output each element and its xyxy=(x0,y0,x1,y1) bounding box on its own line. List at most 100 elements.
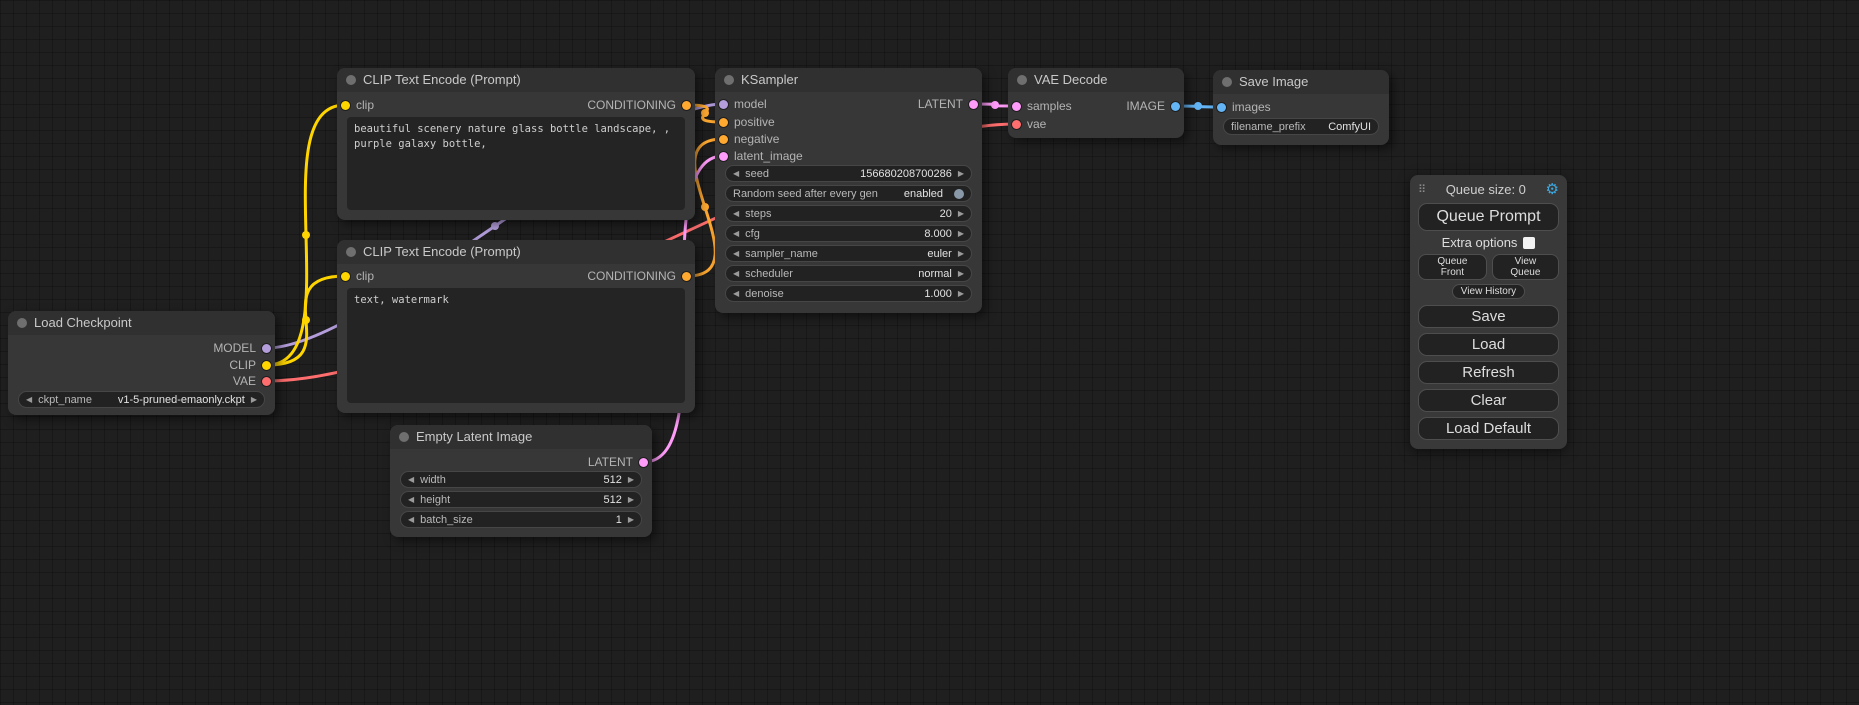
settings-gear-icon[interactable]: ⚙ xyxy=(1546,180,1559,198)
node-clip-text-encode-negative[interactable]: CLIP Text Encode (Prompt) clip CONDITION… xyxy=(337,240,695,413)
widget-value: normal xyxy=(918,268,952,280)
node-collapse-dot[interactable] xyxy=(724,75,734,85)
increment-arrow-icon[interactable]: ▶ xyxy=(628,516,634,524)
node-title: CLIP Text Encode (Prompt) xyxy=(363,244,521,259)
widget-value: 1 xyxy=(616,514,622,526)
images-input-port[interactable] xyxy=(1217,103,1226,112)
queue-menu-panel[interactable]: ⠿ Queue size: 0 ⚙ Queue Prompt Extra opt… xyxy=(1410,175,1567,449)
refresh-button[interactable]: Refresh xyxy=(1418,361,1559,384)
latent-output-port[interactable] xyxy=(639,458,648,467)
extra-options-label: Extra options xyxy=(1442,235,1518,250)
view-history-button[interactable]: View History xyxy=(1452,284,1525,299)
model-input-port[interactable] xyxy=(719,100,728,109)
random-seed-widget[interactable]: Random seed after every gen enabled xyxy=(725,185,972,202)
model-output-port[interactable] xyxy=(262,344,271,353)
node-collapse-dot[interactable] xyxy=(1017,75,1027,85)
link-midpoint-dot xyxy=(701,109,709,117)
samples-input-port[interactable] xyxy=(1012,102,1021,111)
denoise-widget[interactable]: ◀ denoise 1.000 ▶ xyxy=(725,285,972,302)
history-row: View History xyxy=(1418,284,1559,299)
widget-label: scheduler xyxy=(745,268,793,280)
vae-output-port[interactable] xyxy=(262,377,271,386)
node-empty-latent-image[interactable]: Empty Latent Image LATENT ◀ width 512 ▶ … xyxy=(390,425,652,537)
increment-arrow-icon[interactable]: ▶ xyxy=(628,496,634,504)
latent-output-port[interactable] xyxy=(969,100,978,109)
decrement-arrow-icon[interactable]: ◀ xyxy=(26,396,32,404)
ckpt-name-widget[interactable]: ◀ ckpt_name v1-5-pruned-emaonly.ckpt ▶ xyxy=(18,391,265,408)
decrement-arrow-icon[interactable]: ◀ xyxy=(408,496,414,504)
save-button[interactable]: Save xyxy=(1418,305,1559,328)
filename-prefix-widget[interactable]: filename_prefix ComfyUI xyxy=(1223,118,1379,135)
increment-arrow-icon[interactable]: ▶ xyxy=(958,170,964,178)
drag-handle-icon[interactable]: ⠿ xyxy=(1418,183,1426,196)
width-widget[interactable]: ◀ width 512 ▶ xyxy=(400,471,642,488)
node-save-image[interactable]: Save Image images filename_prefix ComfyU… xyxy=(1213,70,1389,145)
node-collapse-dot[interactable] xyxy=(399,432,409,442)
widget-label: batch_size xyxy=(420,514,473,526)
batch-size-widget[interactable]: ◀ batch_size 1 ▶ xyxy=(400,511,642,528)
negative-prompt-textarea[interactable]: text, watermark xyxy=(347,288,685,403)
node-clip-text-encode-positive[interactable]: CLIP Text Encode (Prompt) clip CONDITION… xyxy=(337,68,695,220)
port-label: samples xyxy=(1027,99,1072,113)
comfyui-canvas[interactable]: { "colors": { "model": "#B39DDB", "clip"… xyxy=(0,0,1859,705)
vae-input-port[interactable] xyxy=(1012,120,1021,129)
clip-input-port[interactable] xyxy=(341,101,350,110)
height-widget[interactable]: ◀ height 512 ▶ xyxy=(400,491,642,508)
widget-label: width xyxy=(420,474,446,486)
node-collapse-dot[interactable] xyxy=(17,318,27,328)
increment-arrow-icon[interactable]: ▶ xyxy=(628,476,634,484)
increment-arrow-icon[interactable]: ▶ xyxy=(958,290,964,298)
increment-arrow-icon[interactable]: ▶ xyxy=(958,270,964,278)
increment-arrow-icon[interactable]: ▶ xyxy=(958,250,964,258)
node-load-checkpoint[interactable]: Load Checkpoint MODEL CLIP VAE ◀ ckpt_na… xyxy=(8,311,275,415)
queue-front-button[interactable]: Queue Front xyxy=(1418,254,1487,280)
port-label: model xyxy=(734,97,767,111)
decrement-arrow-icon[interactable]: ◀ xyxy=(733,170,739,178)
node-title-bar: Load Checkpoint xyxy=(8,311,275,335)
link-midpoint-dot xyxy=(991,101,999,109)
decrement-arrow-icon[interactable]: ◀ xyxy=(408,516,414,524)
queue-prompt-button[interactable]: Queue Prompt xyxy=(1418,203,1559,231)
conditioning-output-port[interactable] xyxy=(682,272,691,281)
increment-arrow-icon[interactable]: ▶ xyxy=(958,230,964,238)
node-collapse-dot[interactable] xyxy=(346,247,356,257)
link-midpoint-dot xyxy=(302,316,310,324)
decrement-arrow-icon[interactable]: ◀ xyxy=(733,210,739,218)
decrement-arrow-icon[interactable]: ◀ xyxy=(733,250,739,258)
random-seed-toggle[interactable] xyxy=(954,189,964,199)
node-ksampler[interactable]: KSampler model positive negative latent_… xyxy=(715,68,982,313)
widget-value: 20 xyxy=(940,208,952,220)
increment-arrow-icon[interactable]: ▶ xyxy=(251,396,257,404)
conditioning-output-port[interactable] xyxy=(682,101,691,110)
port-label: VAE xyxy=(233,374,256,388)
negative-input-port[interactable] xyxy=(719,135,728,144)
image-output-port[interactable] xyxy=(1171,102,1180,111)
decrement-arrow-icon[interactable]: ◀ xyxy=(733,230,739,238)
extra-options-checkbox[interactable] xyxy=(1523,237,1535,249)
load-button[interactable]: Load xyxy=(1418,333,1559,356)
port-label: negative xyxy=(734,132,779,146)
load-default-button[interactable]: Load Default xyxy=(1418,417,1559,440)
clip-input-port[interactable] xyxy=(341,272,350,281)
clear-button[interactable]: Clear xyxy=(1418,389,1559,412)
node-collapse-dot[interactable] xyxy=(346,75,356,85)
decrement-arrow-icon[interactable]: ◀ xyxy=(733,270,739,278)
scheduler-widget[interactable]: ◀ scheduler normal ▶ xyxy=(725,265,972,282)
positive-input-port[interactable] xyxy=(719,118,728,127)
node-vae-decode[interactable]: VAE Decode samples vae IMAGE xyxy=(1008,68,1184,138)
seed-widget[interactable]: ◀ seed 156680208700286 ▶ xyxy=(725,165,972,182)
positive-prompt-textarea[interactable]: beautiful scenery nature glass bottle la… xyxy=(347,117,685,210)
clip-output-port[interactable] xyxy=(262,361,271,370)
widget-value: 8.000 xyxy=(924,228,952,240)
sampler-name-widget[interactable]: ◀ sampler_name euler ▶ xyxy=(725,245,972,262)
cfg-widget[interactable]: ◀ cfg 8.000 ▶ xyxy=(725,225,972,242)
steps-widget[interactable]: ◀ steps 20 ▶ xyxy=(725,205,972,222)
latent-image-input-port[interactable] xyxy=(719,152,728,161)
view-queue-button[interactable]: View Queue xyxy=(1492,254,1559,280)
increment-arrow-icon[interactable]: ▶ xyxy=(958,210,964,218)
node-collapse-dot[interactable] xyxy=(1222,77,1232,87)
widget-label: seed xyxy=(745,168,769,180)
decrement-arrow-icon[interactable]: ◀ xyxy=(733,290,739,298)
decrement-arrow-icon[interactable]: ◀ xyxy=(408,476,414,484)
node-title: CLIP Text Encode (Prompt) xyxy=(363,72,521,87)
